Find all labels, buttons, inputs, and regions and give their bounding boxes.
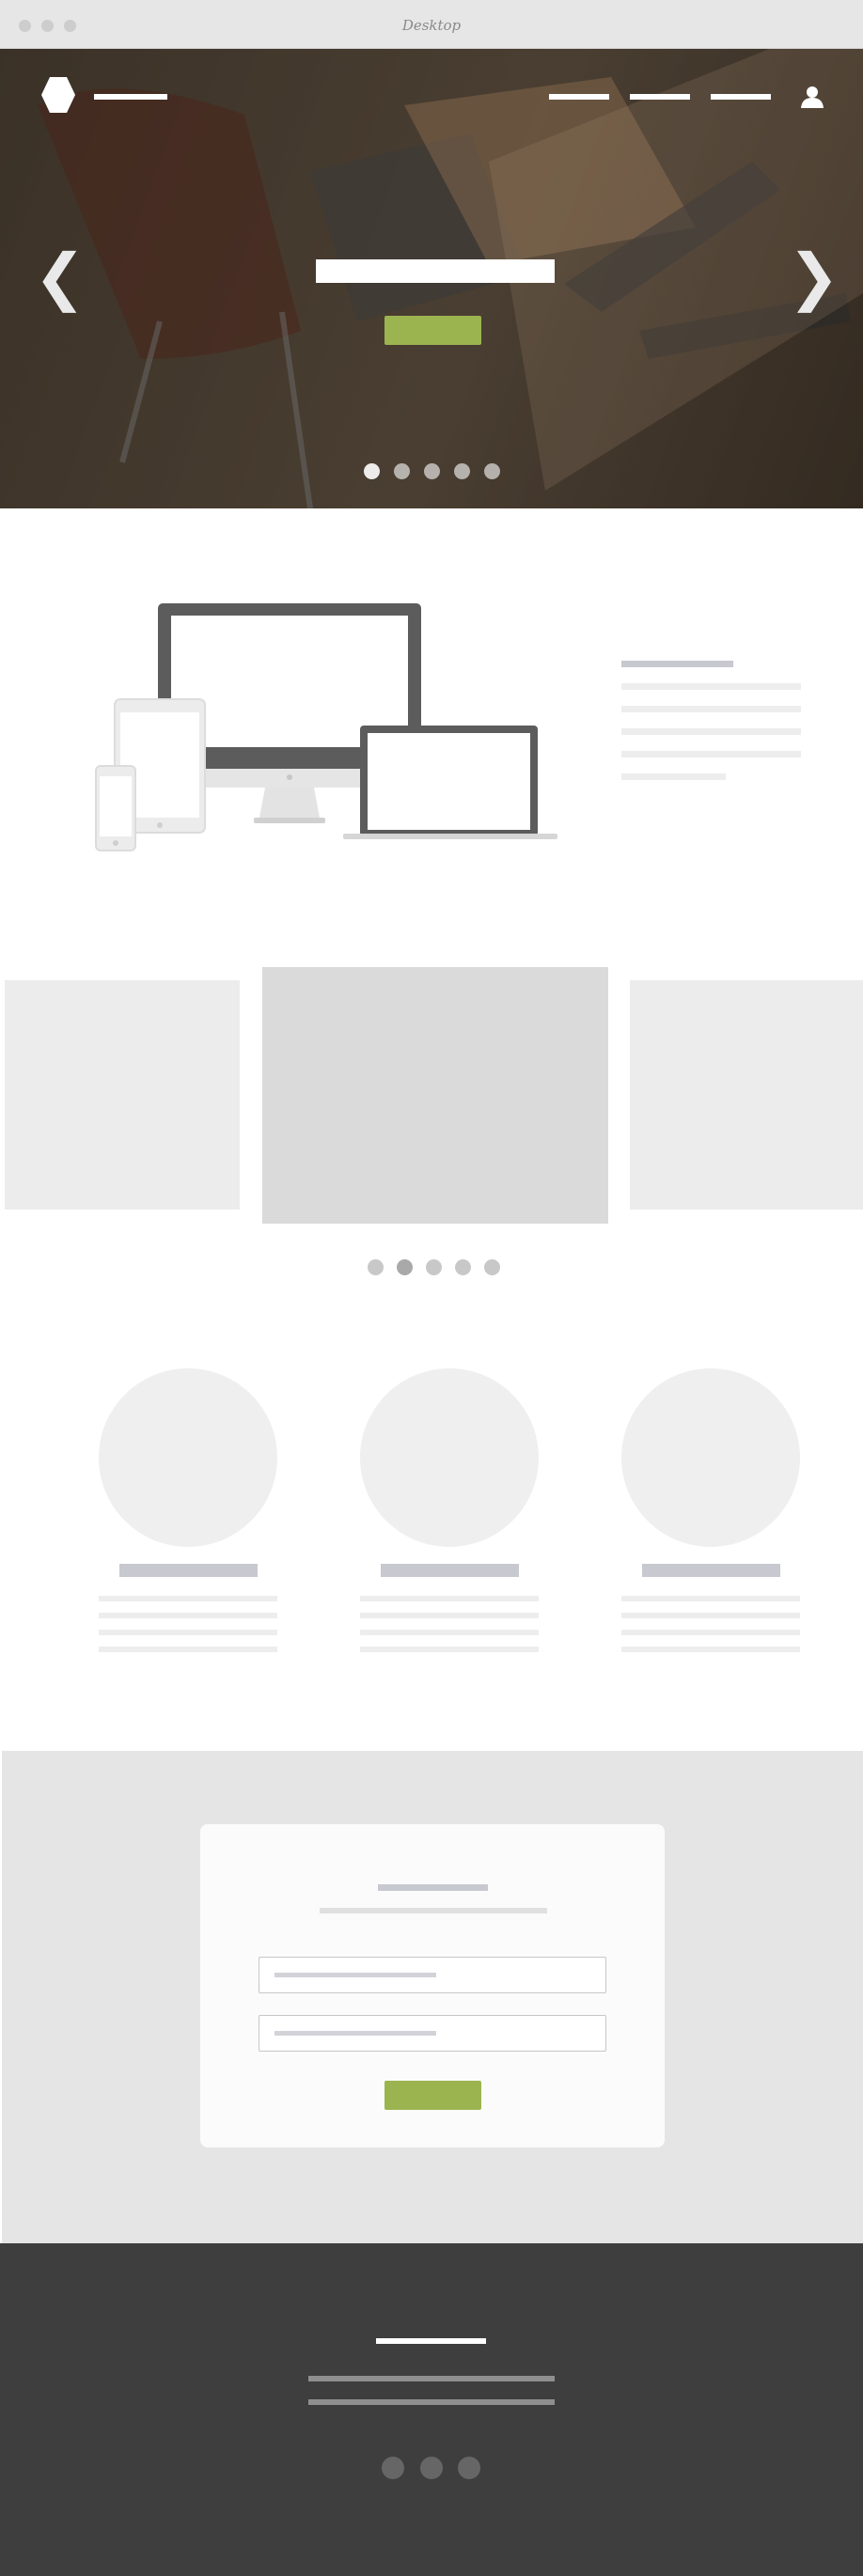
footer-heading xyxy=(376,2338,486,2344)
feature-text-line xyxy=(360,1596,539,1601)
hero-slide-dot[interactable] xyxy=(364,463,380,479)
feature-text-line xyxy=(360,1647,539,1652)
hero-slide-dot[interactable] xyxy=(484,463,500,479)
chevron-left-icon[interactable]: ❮ xyxy=(34,246,86,308)
feature-text-line xyxy=(621,728,801,735)
social-icon[interactable] xyxy=(458,2457,480,2479)
feature-title xyxy=(642,1564,780,1577)
signup-card xyxy=(200,1824,665,2147)
feature-text-line xyxy=(621,1630,800,1635)
carousel-dot-active[interactable] xyxy=(397,1259,413,1275)
feature-text-line xyxy=(621,1596,800,1601)
carousel-card-left[interactable] xyxy=(5,980,240,1210)
feature-image-circle xyxy=(99,1368,277,1547)
social-icon[interactable] xyxy=(382,2457,404,2479)
feature-image-circle xyxy=(621,1368,800,1547)
feature-text-line xyxy=(99,1647,277,1652)
signup-subheading xyxy=(320,1908,547,1913)
feature-text-line xyxy=(99,1596,277,1601)
nav-item-1[interactable] xyxy=(549,94,609,100)
feature-title xyxy=(119,1564,258,1577)
hero-slide-dot[interactable] xyxy=(394,463,410,479)
hero-slider: ❮ ❯ xyxy=(0,49,863,508)
feature-text-line xyxy=(360,1630,539,1635)
input-placeholder xyxy=(275,2031,436,2036)
chevron-right-icon[interactable]: ❯ xyxy=(788,246,839,308)
brand-name[interactable] xyxy=(94,94,167,100)
nav-item-3[interactable] xyxy=(711,94,771,100)
feature-image-circle xyxy=(360,1368,539,1547)
window-title: Desktop xyxy=(401,17,462,34)
hero-headline xyxy=(316,259,555,283)
carousel-card-center[interactable] xyxy=(262,967,608,1224)
hexagon-logo-icon[interactable] xyxy=(40,75,76,115)
signup-input-2[interactable] xyxy=(259,2015,606,2052)
feature-text-line xyxy=(99,1630,277,1635)
input-placeholder xyxy=(275,1973,436,1977)
carousel-dot[interactable] xyxy=(426,1259,442,1275)
carousel-card-right[interactable] xyxy=(630,980,863,1210)
carousel-dot[interactable] xyxy=(368,1259,384,1275)
carousel-dot[interactable] xyxy=(455,1259,471,1275)
feature-text-line xyxy=(621,773,726,780)
feature-text-line xyxy=(99,1613,277,1618)
window-titlebar: Desktop xyxy=(0,0,863,49)
feature-text-line xyxy=(621,683,801,690)
nav-item-2[interactable] xyxy=(630,94,690,100)
footer xyxy=(0,2243,863,2576)
feature-text-line xyxy=(360,1613,539,1618)
signup-section xyxy=(2,1751,863,2243)
feature-text-line xyxy=(621,1613,800,1618)
feature-text-line xyxy=(621,706,801,712)
signup-submit-button[interactable] xyxy=(384,2081,481,2110)
hero-slide-dot[interactable] xyxy=(454,463,470,479)
user-icon[interactable] xyxy=(800,85,824,109)
social-icon[interactable] xyxy=(420,2457,443,2479)
feature-text-line xyxy=(621,751,801,757)
signup-input-1[interactable] xyxy=(259,1957,606,1993)
carousel-dot[interactable] xyxy=(484,1259,500,1275)
feature-text-line xyxy=(621,1647,800,1652)
responsive-devices-illustration xyxy=(95,603,557,851)
footer-text-line xyxy=(308,2376,555,2381)
hero-slide-dot[interactable] xyxy=(424,463,440,479)
signup-heading xyxy=(378,1884,488,1891)
feature-heading xyxy=(621,661,733,667)
feature-title xyxy=(381,1564,519,1577)
hero-cta-button[interactable] xyxy=(384,316,481,345)
footer-text-line xyxy=(308,2399,555,2405)
